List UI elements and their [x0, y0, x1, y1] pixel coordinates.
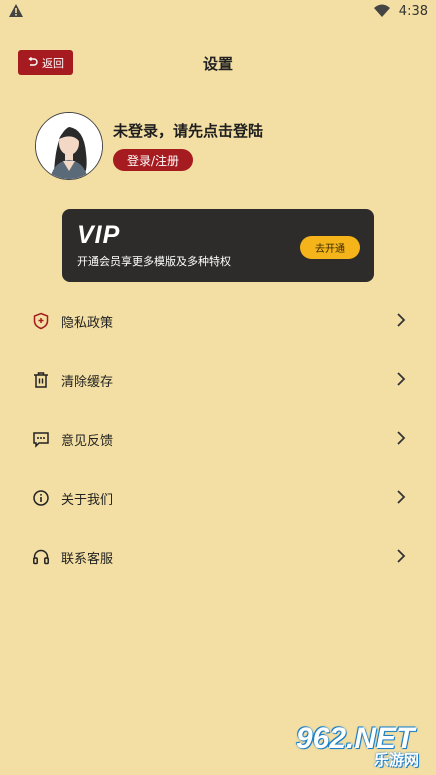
headset-icon [33, 549, 49, 565]
menu-item-customer-service[interactable]: 联系客服 [0, 535, 436, 579]
chevron-right-icon [397, 372, 406, 386]
status-time: 4:38 [398, 4, 428, 19]
avatar[interactable] [35, 112, 103, 180]
vip-card[interactable]: VIP 开通会员享更多模版及多种特权 去开通 [62, 209, 374, 282]
avatar-image [36, 113, 102, 179]
watermark-site-name: 乐游网 [374, 751, 420, 769]
vip-open-button[interactable]: 去开通 [300, 236, 360, 259]
vip-title: VIP [77, 221, 121, 249]
menu-label: 清除缓存 [61, 375, 114, 390]
info-icon [33, 490, 49, 506]
vip-description: 开通会员享更多模版及多种特权 [77, 255, 231, 268]
menu-label: 意见反馈 [61, 434, 114, 449]
shield-icon [33, 312, 49, 330]
warning-icon [9, 4, 23, 17]
menu-item-about-us[interactable]: 关于我们 [0, 476, 436, 520]
trash-icon [34, 372, 48, 388]
menu-label: 关于我们 [61, 493, 114, 508]
chevron-right-icon [397, 313, 406, 327]
page-title: 设置 [202, 55, 233, 73]
menu-label: 联系客服 [61, 552, 114, 567]
menu-label: 隐私政策 [61, 316, 114, 331]
menu-item-clear-cache[interactable]: 清除缓存 [0, 358, 436, 402]
menu-item-privacy-policy[interactable]: 隐私政策 [0, 299, 436, 343]
login-prompt[interactable]: 未登录，请先点击登陆 [113, 120, 263, 141]
status-bar: 4:38 [0, 0, 436, 24]
login-register-button[interactable]: 登录/注册 [113, 149, 193, 171]
wifi-icon [374, 4, 390, 17]
chevron-right-icon [397, 490, 406, 504]
feedback-icon [33, 432, 49, 448]
menu-item-feedback[interactable]: 意见反馈 [0, 417, 436, 461]
chevron-right-icon [397, 431, 406, 445]
chevron-right-icon [397, 549, 406, 563]
site-watermark: 962.NET 乐游网 [296, 722, 432, 770]
